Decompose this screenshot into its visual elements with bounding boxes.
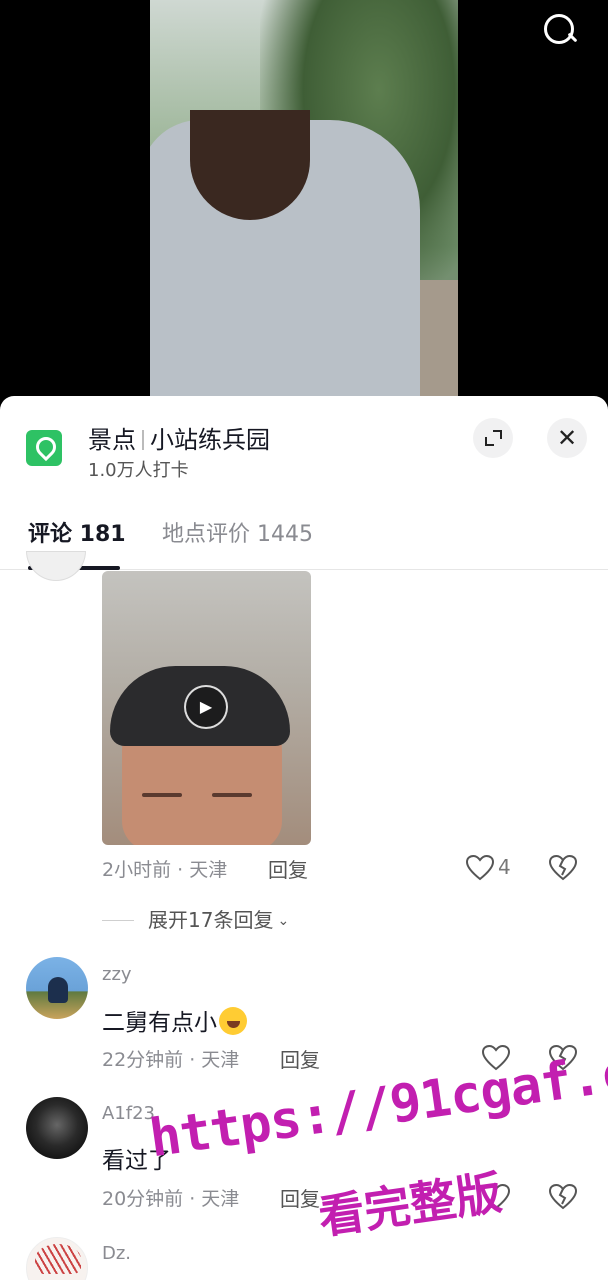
tab-reviews[interactable]: 地点评价 1445 [162,516,313,548]
avatar[interactable] [26,957,88,1019]
avatar[interactable] [26,551,86,581]
title-separator [142,430,144,450]
tab-comments[interactable]: 评论 181 [28,516,126,548]
thumbnail-eye [212,793,252,797]
comment-username[interactable]: A1f23 [102,1103,155,1124]
heart-icon[interactable] [481,1182,511,1212]
screen: 景点 小站练兵园 1.0万人打卡 ✕ 评论 181 地点评价 1445 ▶ 2小时… [0,0,608,1280]
like-count: 4 [498,855,511,879]
comment-username[interactable]: zzy [102,964,132,985]
expand-icon[interactable] [473,418,513,458]
reply-button[interactable]: 回复 [280,1183,320,1212]
close-icon[interactable]: ✕ [547,418,587,458]
poi-name: 小站练兵园 [150,426,270,454]
dislike-heart-icon[interactable] [548,853,578,883]
reply-button[interactable]: 回复 [268,854,308,883]
thumbnail-eye [142,793,182,797]
divider [102,920,134,921]
dislike-heart-icon[interactable] [548,1043,578,1073]
search-icon[interactable] [540,10,580,50]
expand-replies-label: 展开17条回复 [148,908,274,932]
tab-bar: 评论 181 地点评价 1445 [0,504,608,570]
location-pin-icon [26,430,62,466]
comment-username[interactable]: Dz. [102,1243,131,1264]
location-sheet: 景点 小站练兵园 1.0万人打卡 ✕ 评论 181 地点评价 1445 ▶ 2小时… [0,396,608,1280]
heart-icon[interactable] [481,1043,511,1073]
chevron-down-icon: ⌄ [277,913,290,929]
expand-replies[interactable]: 展开17条回复 ⌄ [102,904,289,933]
video-frame[interactable] [150,0,458,410]
comment-video-thumbnail[interactable]: ▶ [102,571,311,845]
play-icon[interactable]: ▶ [184,685,228,729]
reply-button[interactable]: 回复 [280,1044,320,1073]
comment-text-body: 二舅有点小 [102,1010,217,1036]
comment-text: 看过了 [102,1148,171,1174]
avatar[interactable] [26,1097,88,1159]
poi-title[interactable]: 景点 小站练兵园 [88,420,270,455]
comment-time-location: 20分钟前 · 天津 [102,1188,240,1210]
avatar[interactable] [26,1237,88,1280]
comment-time-location: 2小时前 · 天津 [102,859,228,881]
comment-text: 二舅有点小 [102,1003,247,1037]
heart-icon[interactable] [465,853,495,883]
video-player[interactable] [0,0,608,410]
comment-time-location: 22分钟前 · 天津 [102,1049,240,1071]
comment-list[interactable]: ▶ 2小时前 · 天津 回复 4 展开17条回复 ⌄ zzy 二舅有点小 22分钟… [0,551,608,1280]
poi-category: 景点 [88,426,136,454]
dislike-heart-icon[interactable] [548,1182,578,1212]
laugh-cry-emoji-icon [219,1007,247,1035]
poi-checkins: 1.0万人打卡 [88,460,189,481]
